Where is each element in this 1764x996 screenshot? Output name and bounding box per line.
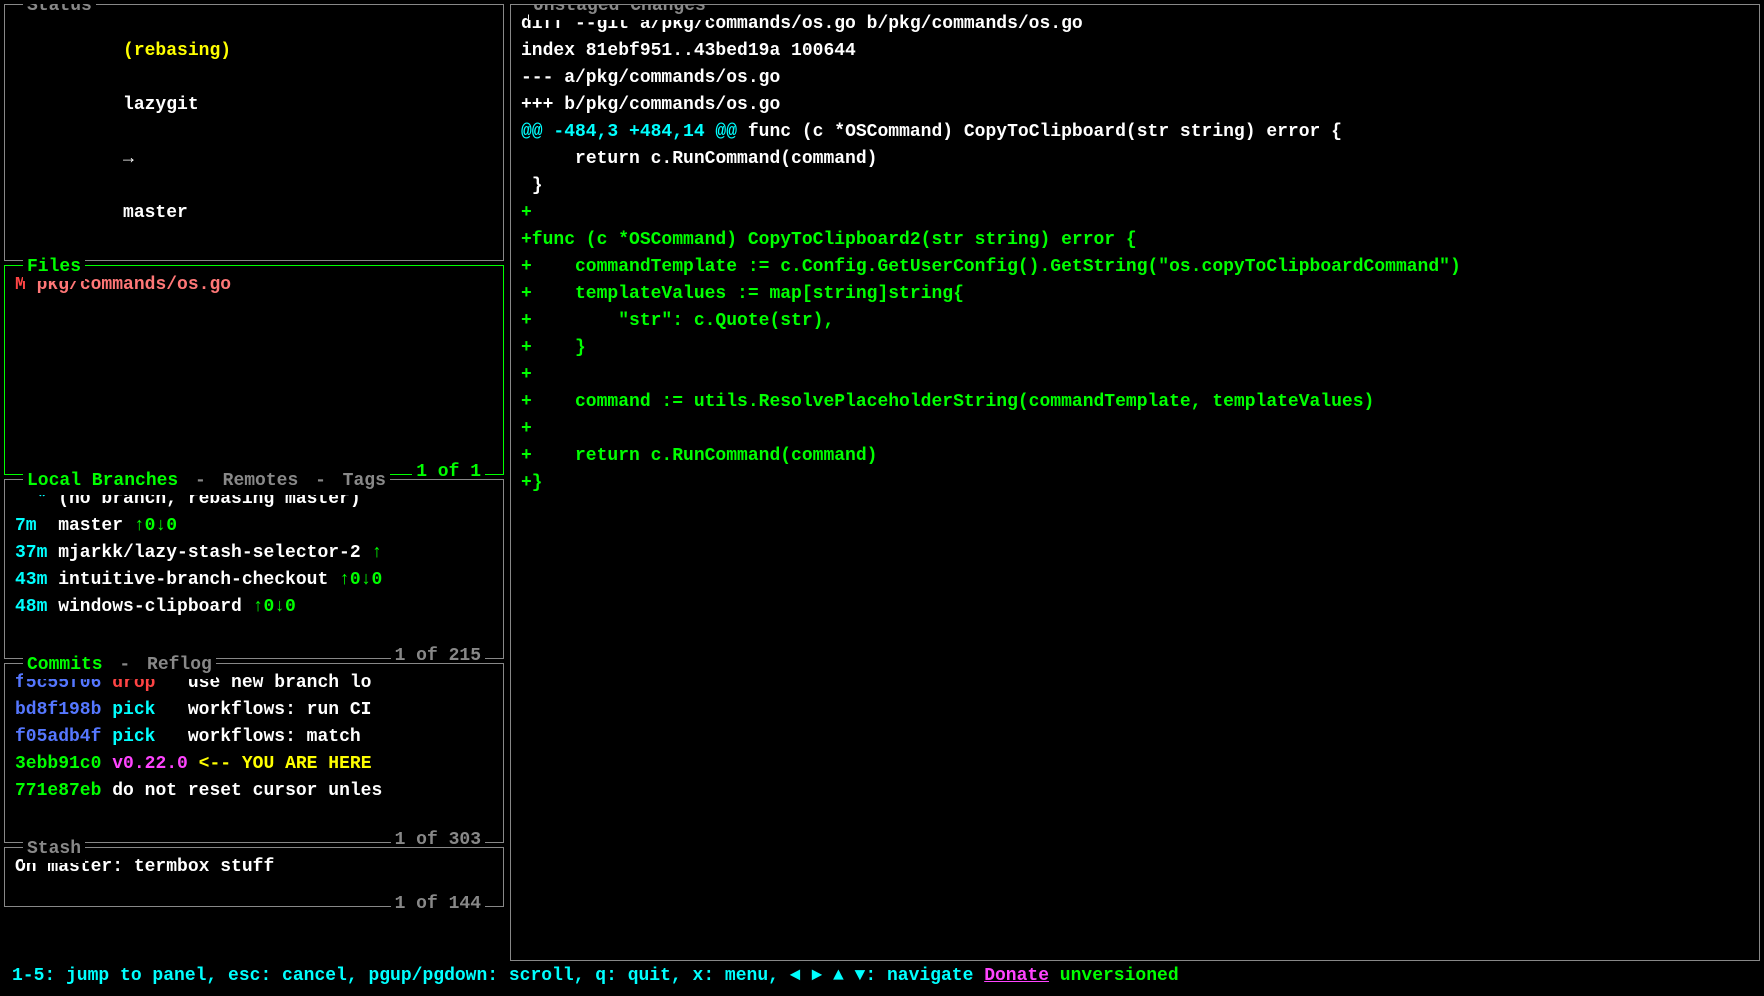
diff-line[interactable]: +func (c *OSCommand) CopyToClipboard2(st…	[521, 227, 1749, 254]
stash-title: Stash	[23, 836, 85, 863]
help-text: 1-5: jump to panel, esc: cancel, pgup/pg…	[12, 966, 790, 986]
arrow-icon: →	[123, 149, 134, 169]
stash-entry[interactable]: On master: termbox stuff	[15, 854, 493, 881]
branch-entry[interactable]: 43m intuitive-branch-checkout ↑0↓0	[15, 567, 493, 594]
nav-text: : navigate	[865, 966, 984, 986]
branches-panel[interactable]: Local Branches - Remotes - Tags * (no br…	[4, 479, 504, 659]
branch-entry[interactable]: 7m master ↑0↓0	[15, 513, 493, 540]
branch-entry[interactable]: 37m mjarkk/lazy-stash-selector-2 ↑	[15, 540, 493, 567]
diff-line[interactable]: index 81ebf951..43bed19a 100644	[521, 38, 1749, 65]
branch-name: master	[123, 203, 188, 223]
diff-line[interactable]: + }	[521, 335, 1749, 362]
diff-line[interactable]: +	[521, 416, 1749, 443]
status-panel[interactable]: Status (rebasing) lazygit → master	[4, 4, 504, 261]
commit-entry[interactable]: 3ebb91c0 v0.22.0 <-- YOU ARE HERE	[15, 751, 493, 778]
commits-panel[interactable]: Commits - Reflog f5c55f06 drop use new b…	[4, 663, 504, 843]
diff-line[interactable]: return c.RunCommand(command)	[521, 146, 1749, 173]
status-line: (rebasing) lazygit → master	[15, 11, 493, 254]
diff-line[interactable]: +	[521, 200, 1749, 227]
tab-commits[interactable]: Commits	[27, 655, 103, 675]
diff-line[interactable]: + return c.RunCommand(command)	[521, 443, 1749, 470]
nav-arrows-icon: ◄ ► ▲ ▼	[790, 966, 866, 986]
help-bar: 1-5: jump to panel, esc: cancel, pgup/pg…	[4, 961, 1760, 992]
commit-entry[interactable]: bd8f198b pick workflows: run CI	[15, 697, 493, 724]
stash-footer: 1 of 144	[391, 891, 485, 918]
diff-line[interactable]: + "str": c.Quote(str),	[521, 308, 1749, 335]
diff-line[interactable]: +	[521, 362, 1749, 389]
diff-line[interactable]: @@ -484,3 +484,14 @@ func (c *OSCommand)…	[521, 119, 1749, 146]
diff-panel[interactable]: Unstaged Changes diff --git a/pkg/comman…	[510, 4, 1760, 961]
diff-line[interactable]: --- a/pkg/commands/os.go	[521, 65, 1749, 92]
rebasing-label: (rebasing)	[123, 41, 231, 61]
commits-tabs: Commits - Reflog	[23, 652, 216, 679]
diff-line[interactable]: + templateValues := map[string]string{	[521, 281, 1749, 308]
tab-remotes[interactable]: Remotes	[223, 471, 299, 491]
donate-link[interactable]: Donate	[984, 966, 1049, 986]
file-entry[interactable]: M pkg/commands/os.go	[15, 272, 493, 299]
diff-line[interactable]: +}	[521, 470, 1749, 497]
diff-line[interactable]: +++ b/pkg/commands/os.go	[521, 92, 1749, 119]
diff-title: Unstaged Changes	[529, 4, 710, 20]
branches-tabs: Local Branches - Remotes - Tags	[23, 468, 390, 495]
unversioned-label: unversioned	[1049, 966, 1179, 986]
tab-tags[interactable]: Tags	[343, 471, 386, 491]
branch-entry[interactable]: 48m windows-clipboard ↑0↓0	[15, 594, 493, 621]
diff-line[interactable]: + command := utils.ResolvePlaceholderStr…	[521, 389, 1749, 416]
tab-reflog[interactable]: Reflog	[147, 655, 212, 675]
repo-name: lazygit	[123, 95, 199, 115]
commit-entry[interactable]: 771e87eb do not reset cursor unles	[15, 778, 493, 805]
diff-line[interactable]: + commandTemplate := c.Config.GetUserCon…	[521, 254, 1749, 281]
files-panel[interactable]: Files M pkg/commands/os.go 1 of 1	[4, 265, 504, 475]
files-title: Files	[23, 254, 85, 281]
diff-line[interactable]: }	[521, 173, 1749, 200]
stash-panel[interactable]: Stash On master: termbox stuff 1 of 144	[4, 847, 504, 907]
tab-local-branches[interactable]: Local Branches	[27, 471, 178, 491]
status-title: Status	[23, 4, 96, 20]
commit-entry[interactable]: f05adb4f pick workflows: match	[15, 724, 493, 751]
